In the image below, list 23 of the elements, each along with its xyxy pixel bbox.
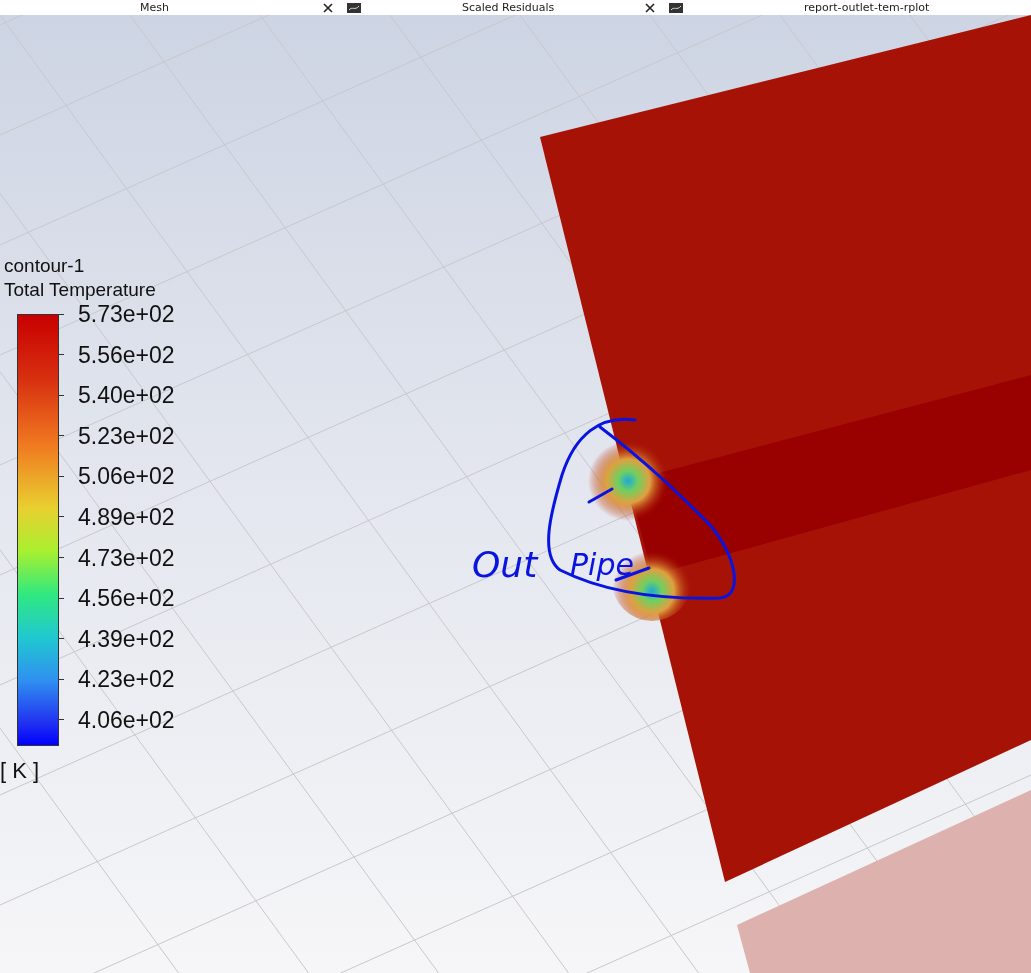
legend-unit: [ K ] — [0, 758, 41, 784]
legend-tick-label: 4.73e+02 — [78, 545, 175, 570]
tab-label[interactable]: Mesh — [140, 1, 315, 14]
legend-title: contour-1 — [4, 254, 86, 278]
chart-icon — [347, 2, 361, 13]
legend-tick-label: 4.23e+02 — [78, 667, 175, 692]
legend-tick-label: 5.73e+02 — [78, 302, 175, 326]
legend-tick-label: 5.56e+02 — [78, 342, 175, 367]
legend-tick-label: 5.06e+02 — [78, 464, 175, 489]
legend-tick-label: 4.89e+02 — [78, 504, 175, 529]
handwritten-note: Pipe — [570, 547, 634, 582]
legend-tick-label: 4.56e+02 — [78, 586, 175, 611]
tab-label[interactable]: report-outlet-tem-rplot — [804, 1, 979, 14]
legend-tick-label: 5.23e+02 — [78, 423, 175, 448]
tab-label[interactable]: Scaled Residuals — [462, 1, 637, 14]
legend-tick-label: 4.39e+02 — [78, 626, 175, 651]
legend-variable: Total Temperature — [4, 278, 157, 302]
legend-tick-label: 4.06e+02 — [78, 707, 175, 732]
chart-icon — [669, 2, 683, 13]
legend-tick-label: 5.40e+02 — [78, 383, 175, 408]
close-icon[interactable] — [323, 2, 333, 13]
close-icon[interactable] — [645, 2, 655, 13]
handwritten-note: Out — [472, 544, 538, 585]
